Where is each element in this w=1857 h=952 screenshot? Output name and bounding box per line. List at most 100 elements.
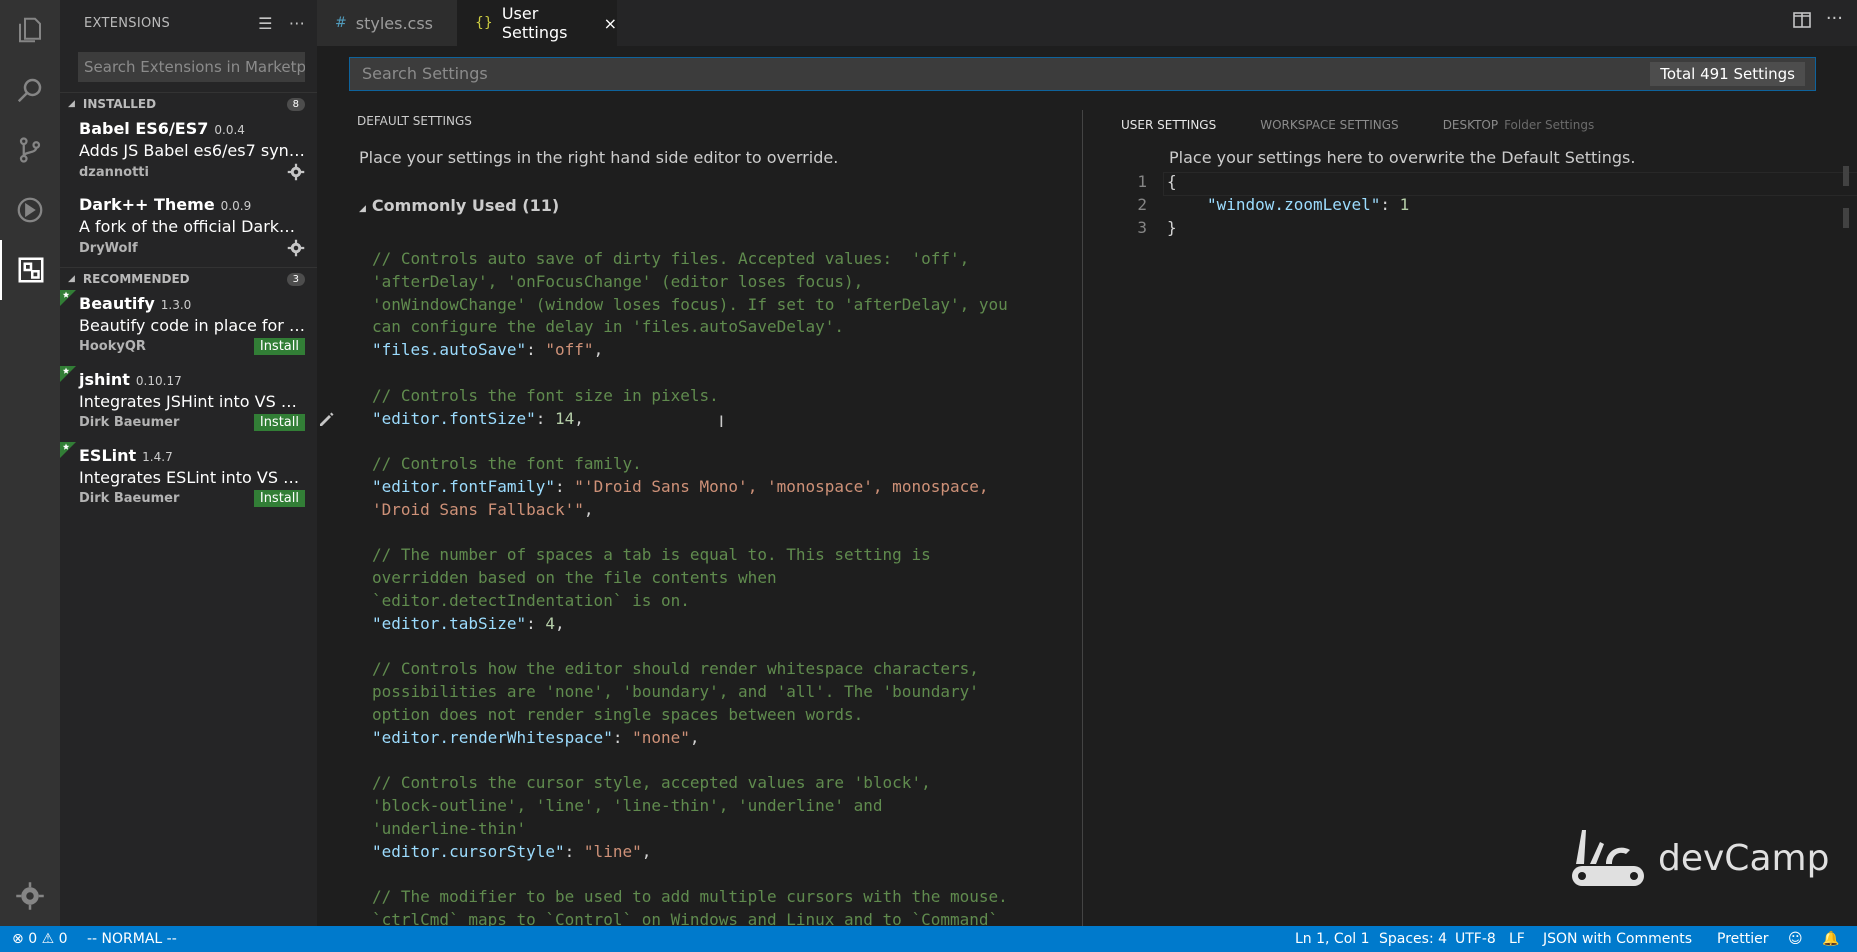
comment-text: 'underline-thin' xyxy=(372,818,527,838)
setting-line[interactable]: 'Droid Sans Fallback'", xyxy=(372,499,1008,522)
extension-gear-icon[interactable] xyxy=(287,163,305,181)
comment-text: `ctrlCmd` maps to `Control` on Windows a… xyxy=(372,910,999,926)
settings-search-placeholder: Search Settings xyxy=(362,64,488,83)
extension-item-eslint[interactable]: ESLint 1.4.7 Integrates ESLint into VS Co… xyxy=(60,442,317,518)
installed-section-header[interactable]: ◢ INSTALLED 8 xyxy=(60,92,317,115)
install-button[interactable]: Install xyxy=(253,414,305,431)
code-line[interactable]: "window.zoomLevel": 1 xyxy=(1207,195,1409,214)
feedback-smiley-icon[interactable]: ☺ xyxy=(1788,926,1803,952)
line-number: 1 xyxy=(1137,172,1147,191)
more-actions-icon[interactable]: ··· xyxy=(289,14,305,33)
extension-name: Babel ES6/ES7 xyxy=(79,119,209,138)
tab-user-settings-target[interactable]: USER SETTINGS xyxy=(1121,118,1216,132)
extension-name: ESLint xyxy=(79,446,137,465)
punctuation: , xyxy=(641,841,652,861)
group-label: Commonly Used (11) xyxy=(371,196,560,215)
setting-line[interactable]: "editor.tabSize": 4, xyxy=(372,613,1008,636)
css-file-icon: # xyxy=(335,15,347,31)
recommended-star-icon xyxy=(60,442,76,458)
extensions-icon[interactable] xyxy=(0,240,60,300)
tab-user-settings[interactable]: {} User Settings × xyxy=(457,0,617,46)
clear-extensions-icon[interactable]: ☰ xyxy=(258,14,273,33)
problems-indicator[interactable]: ⊗ 0 ⚠ 0 xyxy=(12,926,68,952)
install-button[interactable]: Install xyxy=(253,338,305,355)
setting-value: 'Droid Sans Fallback'" xyxy=(372,499,584,519)
comment-line: overridden based on the file contents wh… xyxy=(372,567,1008,590)
extension-item-dark-theme[interactable]: Dark++ Theme 0.0.9 A fork of the official… xyxy=(60,191,317,267)
search-icon[interactable] xyxy=(0,60,60,120)
tab-workspace-settings[interactable]: WORKSPACE SETTINGS xyxy=(1260,118,1398,132)
logo-text: devCamp xyxy=(1658,837,1830,879)
indentation[interactable]: Spaces: 4 xyxy=(1379,926,1447,952)
commonly-used-group[interactable]: ◢ Commonly Used (11) xyxy=(359,196,559,215)
comment-line: // Controls auto save of dirty files. Ac… xyxy=(372,248,1008,271)
comment-line: 'block-outline', 'line', 'line-thin', 'u… xyxy=(372,795,1008,818)
extension-item-jshint[interactable]: jshint 0.10.17 Integrates JSHint into VS … xyxy=(60,366,317,442)
comment-text: possibilities are 'none', 'boundary', an… xyxy=(372,682,979,702)
comment-text: 'block-outline', 'line', 'line-thin', 'u… xyxy=(372,796,883,816)
warning-count: 0 xyxy=(58,931,68,947)
comment-line: // Controls how the editor should render… xyxy=(372,658,1008,681)
setting-key: "files.autoSave" xyxy=(372,340,527,360)
setting-line[interactable]: "files.autoSave": "off", xyxy=(372,339,1008,362)
overview-ruler-mark xyxy=(1843,208,1849,228)
comment-line: option does not render single spaces bet… xyxy=(372,704,1008,727)
settings-search-input[interactable]: Search Settings Total 491 Settings xyxy=(349,57,1816,91)
source-control-icon[interactable] xyxy=(0,120,60,180)
extension-description: A fork of the official Dark+ theme xyxy=(79,217,305,236)
more-actions-icon[interactable]: ··· xyxy=(1826,8,1843,29)
recommended-section-header[interactable]: ◢ RECOMMENDED 3 xyxy=(60,267,317,290)
comment-line: 'underline-thin' xyxy=(372,818,1008,841)
extension-item-beautify[interactable]: Beautify 1.3.0 Beautify code in place for… xyxy=(60,290,317,366)
setting-line[interactable]: "editor.fontSize": 14, xyxy=(372,408,1008,431)
punctuation: , xyxy=(555,613,565,633)
installed-label: INSTALLED xyxy=(82,97,157,111)
manage-gear-icon[interactable] xyxy=(0,866,60,926)
comment-text: overridden based on the file contents wh… xyxy=(372,568,777,588)
extension-version: 1.4.7 xyxy=(142,450,173,464)
comment-text: `editor.detectIndentation` is on. xyxy=(372,590,690,610)
extension-version: 1.3.0 xyxy=(160,298,192,312)
notifications-bell-icon[interactable]: 🔔 xyxy=(1822,926,1839,952)
tab-styles-css[interactable]: # styles.css xyxy=(317,0,457,46)
debug-icon[interactable] xyxy=(0,180,60,240)
comment-line: 'onWindowChange' (window loses focus). I… xyxy=(372,294,1008,317)
extension-item-babel[interactable]: Babel ES6/ES7 0.0.4 Adds JS Babel es6/es7… xyxy=(60,115,317,191)
end-of-line[interactable]: LF xyxy=(1509,926,1525,952)
extensions-search-input[interactable]: Search Extensions in Marketplace xyxy=(78,52,305,82)
explorer-icon[interactable] xyxy=(0,0,60,60)
tab-label: styles.css xyxy=(355,13,433,33)
error-icon: ⊗ xyxy=(12,931,24,947)
activity-bar xyxy=(0,0,60,926)
cursor-position[interactable]: Ln 1, Col 1 xyxy=(1295,926,1370,952)
setting-line[interactable]: "editor.fontFamily": "'Droid Sans Mono',… xyxy=(372,476,1008,499)
default-settings-code[interactable]: // Controls auto save of dirty files. Ac… xyxy=(372,248,1008,926)
punctuation: : xyxy=(612,727,633,747)
code-line[interactable]: } xyxy=(1167,218,1177,237)
tab-folder-settings[interactable]: DESKTOP Folder Settings xyxy=(1443,118,1595,132)
comment-text: // The number of spaces a tab is equal t… xyxy=(372,545,931,565)
extension-description: Integrates JSHint into VS Code. xyxy=(79,392,305,411)
extension-gear-icon[interactable] xyxy=(287,239,305,257)
split-editor-icon[interactable] xyxy=(1793,12,1811,28)
language-mode[interactable]: JSON with Comments xyxy=(1543,926,1692,952)
edit-pencil-icon[interactable] xyxy=(318,410,336,428)
extension-version: 0.0.9 xyxy=(220,199,252,213)
code-line[interactable]: { xyxy=(1167,172,1177,191)
prettier-status[interactable]: Prettier xyxy=(1717,926,1769,952)
comment-line: // Controls the cursor style, accepted v… xyxy=(372,772,1008,795)
setting-line[interactable]: "editor.renderWhitespace": "none", xyxy=(372,727,1008,750)
setting-key: "editor.fontSize" xyxy=(372,408,536,428)
extensions-sidebar: EXTENSIONS ☰ ··· Search Extensions in Ma… xyxy=(60,0,317,926)
installed-count-badge: 8 xyxy=(286,97,305,111)
setting-line[interactable]: "editor.cursorStyle": "line", xyxy=(372,841,1008,864)
sidebar-header: EXTENSIONS ☰ ··· xyxy=(60,0,317,46)
install-button[interactable]: Install xyxy=(253,490,305,507)
close-tab-icon[interactable]: × xyxy=(604,14,617,33)
extension-author: Dirk Baeumer xyxy=(79,415,180,430)
punctuation: : xyxy=(526,613,546,633)
setting-key: "editor.renderWhitespace" xyxy=(372,727,613,747)
encoding[interactable]: UTF-8 xyxy=(1455,926,1496,952)
